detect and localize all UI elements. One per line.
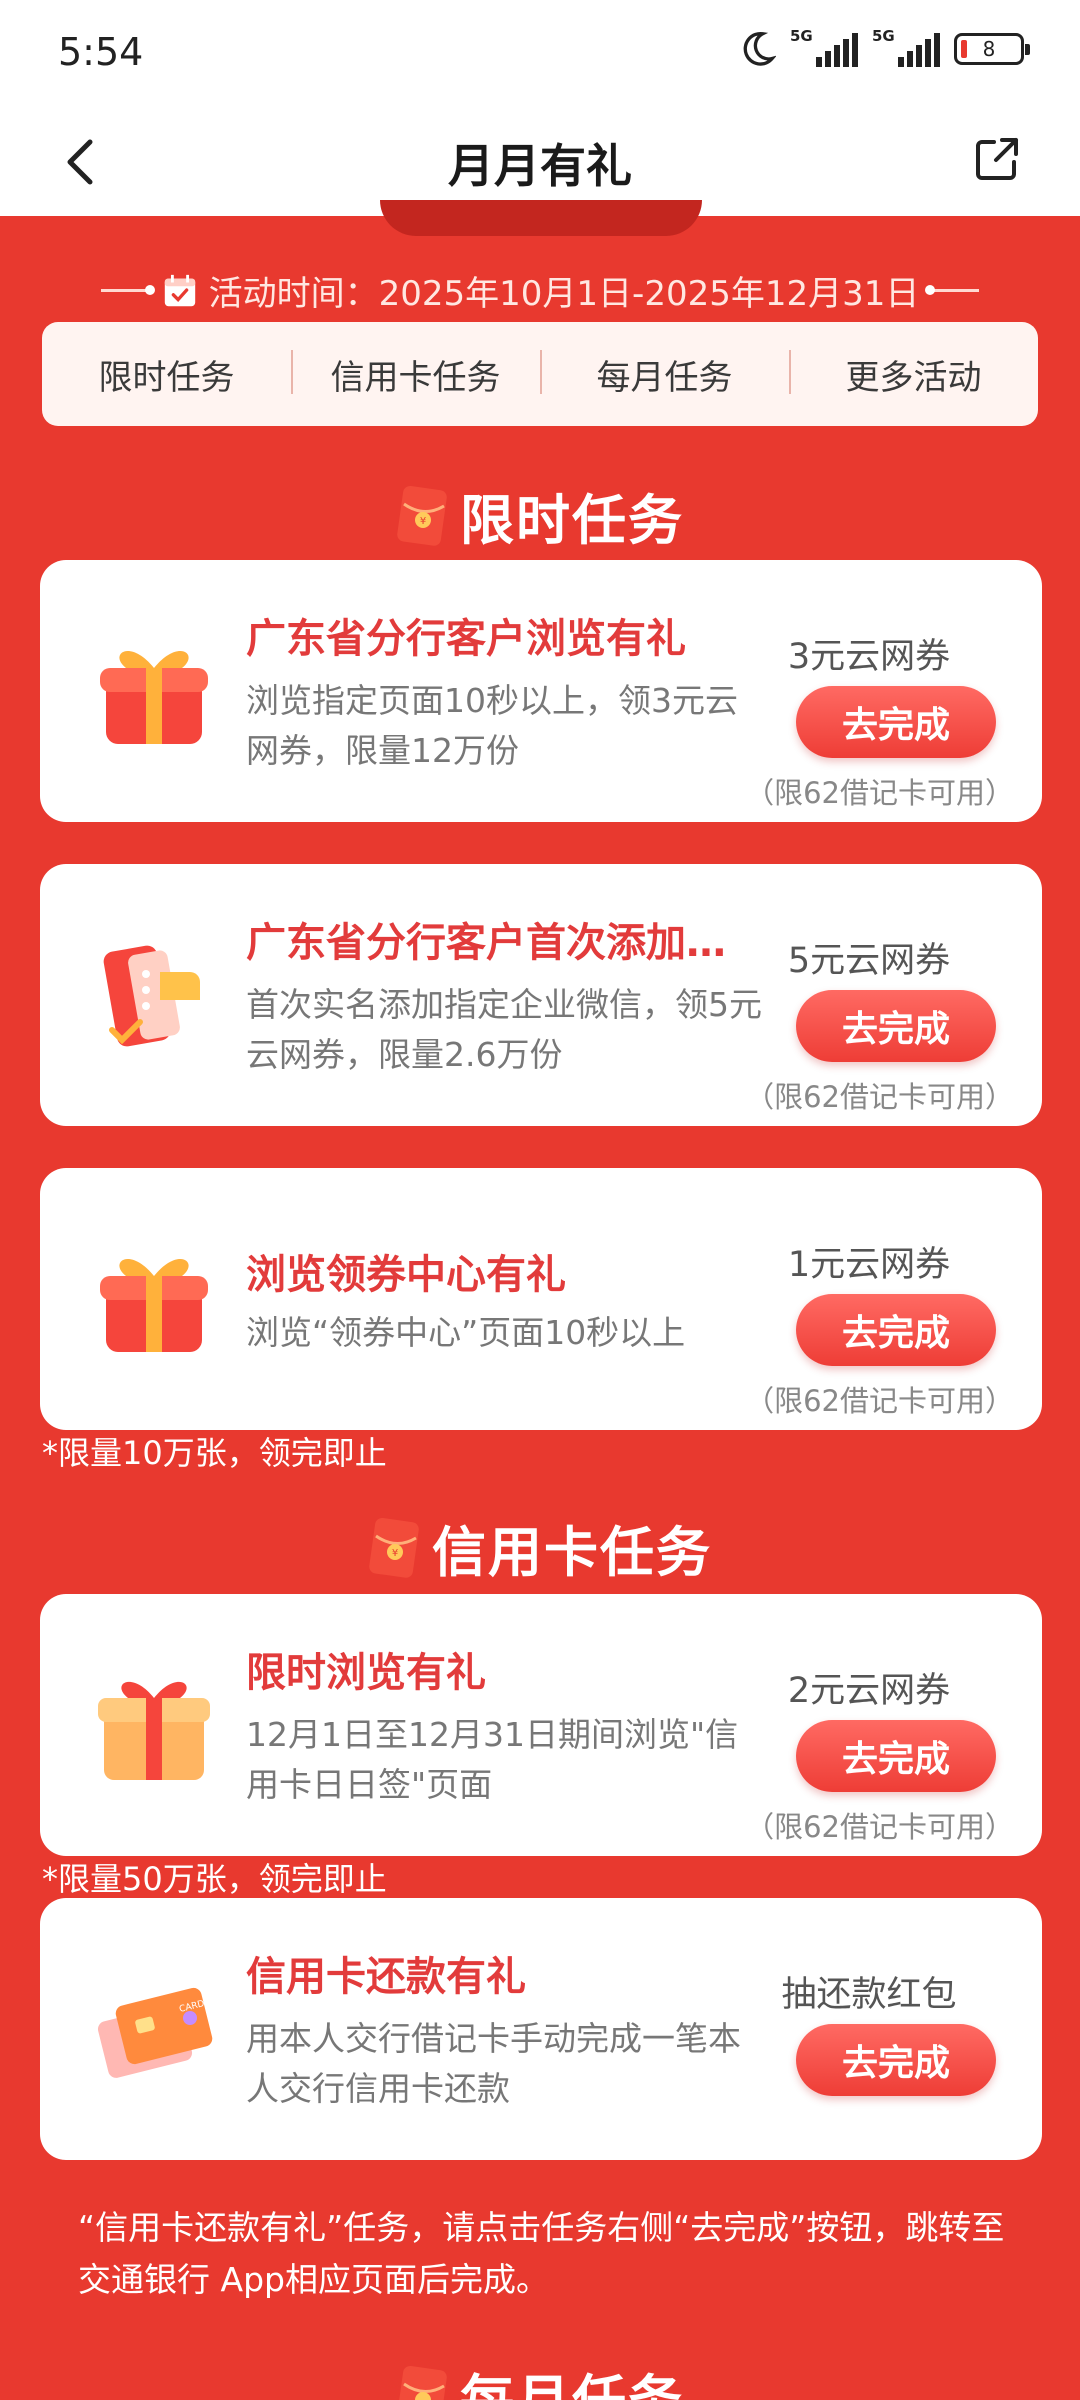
section-title-limited: ¥ 限时任务 — [0, 476, 1080, 555]
hero-banner-fragment — [380, 200, 702, 236]
task-reward: 2元云网券 — [787, 1671, 951, 1711]
complete-button[interactable]: 去完成 — [796, 1720, 996, 1792]
task-title: 限时浏览有礼 — [246, 1650, 486, 1696]
task-reward: 5元云网券 — [787, 941, 951, 981]
task-card: CARD 信用卡还款有礼 用本人交行借记卡手动完成一笔本人交行信用卡还款 抽还款… — [40, 1898, 1042, 2160]
gift-box-icon — [100, 1258, 208, 1352]
limited-footnote: *限量10万张，领完即止 — [42, 1434, 387, 1472]
task-card: 广东省分行客户浏览有礼 浏览指定页面10秒以上，领3元云网券，限量12万份 3元… — [40, 560, 1042, 822]
share-icon[interactable] — [972, 134, 1022, 184]
moon-icon — [743, 32, 776, 66]
task-note: （限62借记卡可用） — [745, 1810, 1014, 1844]
svg-text:¥: ¥ — [420, 516, 426, 527]
credit-remark: “信用卡还款有礼”任务，请点击任务右侧“去完成”按钮，跳转至交通银行 App相应… — [78, 2208, 1005, 2299]
credit-footnote: *限量50万张，领完即止 — [42, 1860, 387, 1898]
category-tabs: 限时任务 信用卡任务 每月任务 更多活动 — [42, 322, 1038, 426]
task-title: 浏览领券中心有礼 — [246, 1252, 566, 1298]
task-description: 12月1日至12月31日期间浏览"信用卡日日签"页面 — [246, 1715, 739, 1804]
complete-button[interactable]: 去完成 — [796, 2024, 996, 2096]
activity-period-text: 活动时间：2025年10月1日-2025年12月31日 — [208, 274, 920, 314]
gift-box-icon — [98, 1681, 210, 1780]
tab-credit-card[interactable]: 信用卡任务 — [291, 349, 540, 399]
section-title-credit: ¥ 信用卡任务 — [0, 1508, 1080, 1587]
tab-limited[interactable]: 限时任务 — [42, 350, 291, 399]
task-card: 限时浏览有礼 12月1日至12月31日期间浏览"信用卡日日签"页面 2元云网券 … — [40, 1594, 1042, 1856]
task-description: 用本人交行借记卡手动完成一笔本人交行信用卡还款 — [246, 2019, 741, 2108]
signal-icon: 5G — [790, 27, 858, 67]
complete-button[interactable]: 去完成 — [796, 1294, 996, 1366]
task-note: （限62借记卡可用） — [745, 1080, 1014, 1114]
credit-card-icon: CARD — [97, 1987, 213, 2078]
task-note: （限62借记卡可用） — [745, 776, 1014, 810]
task-title: 广东省分行客户首次添加… — [246, 920, 726, 966]
status-icons: 5G 5G 8 — [738, 27, 1030, 68]
battery-icon: 8 — [954, 33, 1030, 65]
complete-button[interactable]: 去完成 — [796, 990, 996, 1062]
signal-icon-2: 5G — [872, 27, 940, 67]
task-description: 首次实名添加指定企业微信，领5元云网券，限量2.6万份 — [246, 985, 762, 1074]
red-envelope-icon: ¥ — [369, 1517, 419, 1578]
task-card: 广东省分行客户首次添加… 首次实名添加指定企业微信，领5元云网券，限量2.6万份… — [40, 864, 1042, 1126]
task-card: 浏览领券中心有礼 浏览“领券中心”页面10秒以上 1元云网券 去完成 （限62借… — [40, 1168, 1042, 1430]
task-title: 广东省分行客户浏览有礼 — [246, 616, 686, 662]
red-envelope-icon: ¥ — [397, 485, 447, 546]
complete-button[interactable]: 去完成 — [796, 686, 996, 758]
tab-more-activities[interactable]: 更多活动 — [789, 349, 1038, 399]
svg-text:¥: ¥ — [392, 1548, 398, 1559]
red-envelope-icon — [397, 2365, 447, 2400]
tab-monthly[interactable]: 每月任务 — [540, 349, 789, 399]
gift-box-icon — [100, 650, 208, 744]
task-reward: 1元云网券 — [787, 1245, 951, 1285]
task-reward: 抽还款红包 — [781, 1975, 957, 2015]
status-bar: 5:54 5G 5G 8 — [0, 0, 1080, 108]
task-description: 浏览“领券中心”页面10秒以上 — [246, 1313, 686, 1352]
activity-period: 活动时间：2025年10月1日-2025年12月31日 — [0, 266, 1080, 315]
calendar-icon — [164, 274, 195, 306]
phone-coupon-icon — [103, 945, 200, 1047]
task-note: （限62借记卡可用） — [745, 1384, 1014, 1418]
task-reward: 3元云网券 — [787, 637, 951, 677]
page-title: 月月有礼 — [448, 139, 632, 193]
status-time: 5:54 — [58, 30, 144, 74]
task-description: 浏览指定页面10秒以上，领3元云网券，限量12万份 — [246, 681, 738, 770]
section-title-monthly: 每月任务 — [0, 2356, 1080, 2400]
task-title: 信用卡还款有礼 — [246, 1954, 526, 2000]
